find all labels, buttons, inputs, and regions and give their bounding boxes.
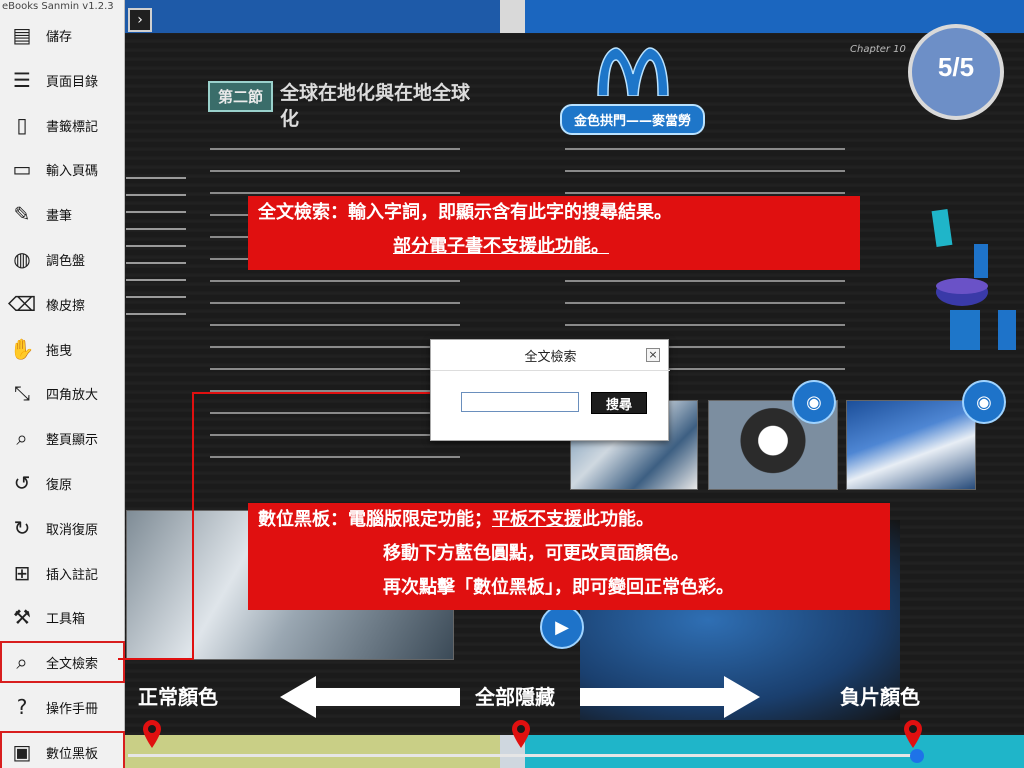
page-counter-text: 5/5 <box>937 52 975 82</box>
collapse-sidebar-button[interactable]: › <box>128 8 152 32</box>
page-list-icon: ☰ <box>13 68 31 92</box>
eraser-icon: ⌫ <box>7 292 37 316</box>
double-arrow-icon <box>280 676 760 718</box>
sidebar-item-zoom-corner[interactable]: ⤡ 四角放大 <box>0 372 125 414</box>
sidebar-item-undo[interactable]: ↺ 復原 <box>0 462 125 504</box>
callout-connector <box>118 658 194 660</box>
golden-arches-icon <box>597 47 669 96</box>
location-pin-icon <box>904 720 922 748</box>
callout-connector <box>192 392 430 394</box>
chapter-label: Chapter 10 <box>850 44 906 55</box>
zoom-corner-icon: ⤡ <box>14 381 30 405</box>
sidebar-item-label: 數位黑板 <box>46 746 99 762</box>
save-icon: ▤ <box>12 23 32 47</box>
sidebar-item-label: 書籤標記 <box>46 119 99 135</box>
search-button[interactable]: 搜尋 <box>591 392 647 414</box>
palette-icon: ◍ <box>13 247 31 271</box>
sidebar-item-label: 取消復原 <box>46 522 99 538</box>
blackboard-callout: 數位黑板：電腦版限定功能；平板不支援此功能。 移動下方藍色圓點，可更改頁面顏色。… <box>248 503 890 610</box>
section-title: 全球在地化與在地全球化 <box>280 82 471 130</box>
callout-connector <box>192 392 194 660</box>
sidebar-item-label: 四角放大 <box>46 387 99 403</box>
sidebar-item-label: 儲存 <box>46 29 73 45</box>
app-title: eBooks Sanmin v1.2.3 <box>2 1 114 12</box>
sidebar-item-label: 復原 <box>46 477 73 493</box>
sidebar-item-hand[interactable]: ✋ 拖曳 <box>0 328 125 370</box>
dialog-title: 全文檢索 <box>524 350 577 365</box>
search-callout-line2: 部分電子書不支援此功能。 <box>393 236 609 257</box>
sidebar-item-label: 橡皮擦 <box>46 298 86 314</box>
sidebar-item-label: 輸入頁碼 <box>46 163 99 179</box>
location-pin-icon <box>143 720 161 748</box>
left-page-sidebar-text <box>126 170 186 320</box>
close-icon[interactable]: × <box>646 348 660 362</box>
sidebar-item-eraser[interactable]: ⌫ 橡皮擦 <box>0 283 125 325</box>
section-tag: 第二節 <box>208 81 274 112</box>
color-mode-slider-track[interactable] <box>128 754 918 757</box>
search-callout-line1: 全文檢索：輸入字詞，即顯示含有此字的搜尋結果。 <box>258 202 672 223</box>
bookmark-icon: ▯ <box>16 113 28 137</box>
help-icon: ? <box>16 695 28 719</box>
search-callout: 全文檢索：輸入字詞，即顯示含有此字的搜尋結果。 部分電子書不支援此功能。 <box>248 196 860 270</box>
location-pin-icon <box>512 720 530 748</box>
book-page-icon: ▭ <box>12 157 32 181</box>
toolbox-icon: ⚒ <box>13 605 31 629</box>
page-top-band-left <box>125 0 500 33</box>
sidebar-item-save[interactable]: ▤ 儲存 <box>0 14 125 56</box>
sidebar-item-pen[interactable]: ✎ 畫筆 <box>0 193 125 235</box>
redo-icon: ↻ <box>13 516 31 540</box>
blackboard-callout-line3: 再次點擊「數位黑板」，即可變回正常色彩。 <box>383 577 734 598</box>
sidebar-item-label: 畫筆 <box>46 208 73 224</box>
fulltext-search-icon: ⌕ <box>16 650 28 674</box>
fit-page-icon: ⌕ <box>16 426 28 450</box>
photo-bags <box>846 400 976 490</box>
page-bottom-band-right <box>525 735 1024 768</box>
sidebar-item-fit-page[interactable]: ⌕ 整頁顯示 <box>0 417 125 459</box>
page-counter: 5/5 <box>908 24 1004 120</box>
sidebar-item-blackboard[interactable]: ▣ 數位黑板 <box>0 731 125 768</box>
blackboard-callout-line2: 移動下方藍色圓點，可更改頁面顏色。 <box>383 543 689 564</box>
negative-color-label: 負片顏色 <box>840 685 920 709</box>
sidebar-item-label: 調色盤 <box>46 253 86 269</box>
sidebar-item-label: 頁面目錄 <box>46 74 99 90</box>
sidebar-item-annotation[interactable]: ⊞ 插入註記 <box>0 552 125 594</box>
page-bottom-band-left <box>125 735 500 768</box>
sidebar-item-book-page[interactable]: ▭ 輸入頁碼 <box>0 148 125 190</box>
sidebar-item-palette[interactable]: ◍ 調色盤 <box>0 238 125 280</box>
sidebar-item-label: 操作手冊 <box>46 701 99 717</box>
sidebar-item-fulltext-search[interactable]: ⌕ 全文檢索 <box>0 641 125 683</box>
pen-icon: ✎ <box>13 202 31 226</box>
video-icon: ▶ <box>540 605 584 649</box>
left-page-body-text <box>210 140 460 470</box>
arch-banner: 金色拱門——麥當勞 <box>560 104 706 135</box>
search-input[interactable] <box>461 392 579 412</box>
camera-icon: ◉ <box>792 380 836 424</box>
normal-color-label: 正常顏色 <box>138 685 218 709</box>
page-top-band-mid <box>500 0 525 33</box>
sidebar-item-page-list[interactable]: ☰ 頁面目錄 <box>0 59 125 101</box>
sidebar-item-redo[interactable]: ↻ 取消復原 <box>0 507 125 549</box>
sidebar-item-toolbox[interactable]: ⚒ 工具箱 <box>0 596 125 638</box>
sidebar-item-label: 工具箱 <box>46 611 86 627</box>
hand-icon: ✋ <box>9 337 35 361</box>
fulltext-search-dialog: 全文檢索 × 搜尋 <box>430 339 670 441</box>
sidebar-item-label: 插入註記 <box>46 567 99 583</box>
sidebar-item-bookmark[interactable]: ▯ 書籤標記 <box>0 104 125 146</box>
color-mode-slider-handle[interactable] <box>910 749 924 763</box>
sidebar-item-help[interactable]: ? 操作手冊 <box>0 686 125 728</box>
fastfood-illustration <box>931 209 1016 350</box>
undo-icon: ↺ <box>13 471 31 495</box>
sidebar-item-label: 整頁顯示 <box>46 432 99 448</box>
camera-icon: ◉ <box>962 380 1006 424</box>
annotation-icon: ⊞ <box>13 561 31 585</box>
sidebar-item-label: 拖曳 <box>46 343 73 359</box>
blackboard-icon: ▣ <box>12 740 32 764</box>
blackboard-callout-line1: 數位黑板：電腦版限定功能；平板不支援此功能。 <box>258 509 654 530</box>
sidebar-item-label: 全文檢索 <box>46 656 99 672</box>
